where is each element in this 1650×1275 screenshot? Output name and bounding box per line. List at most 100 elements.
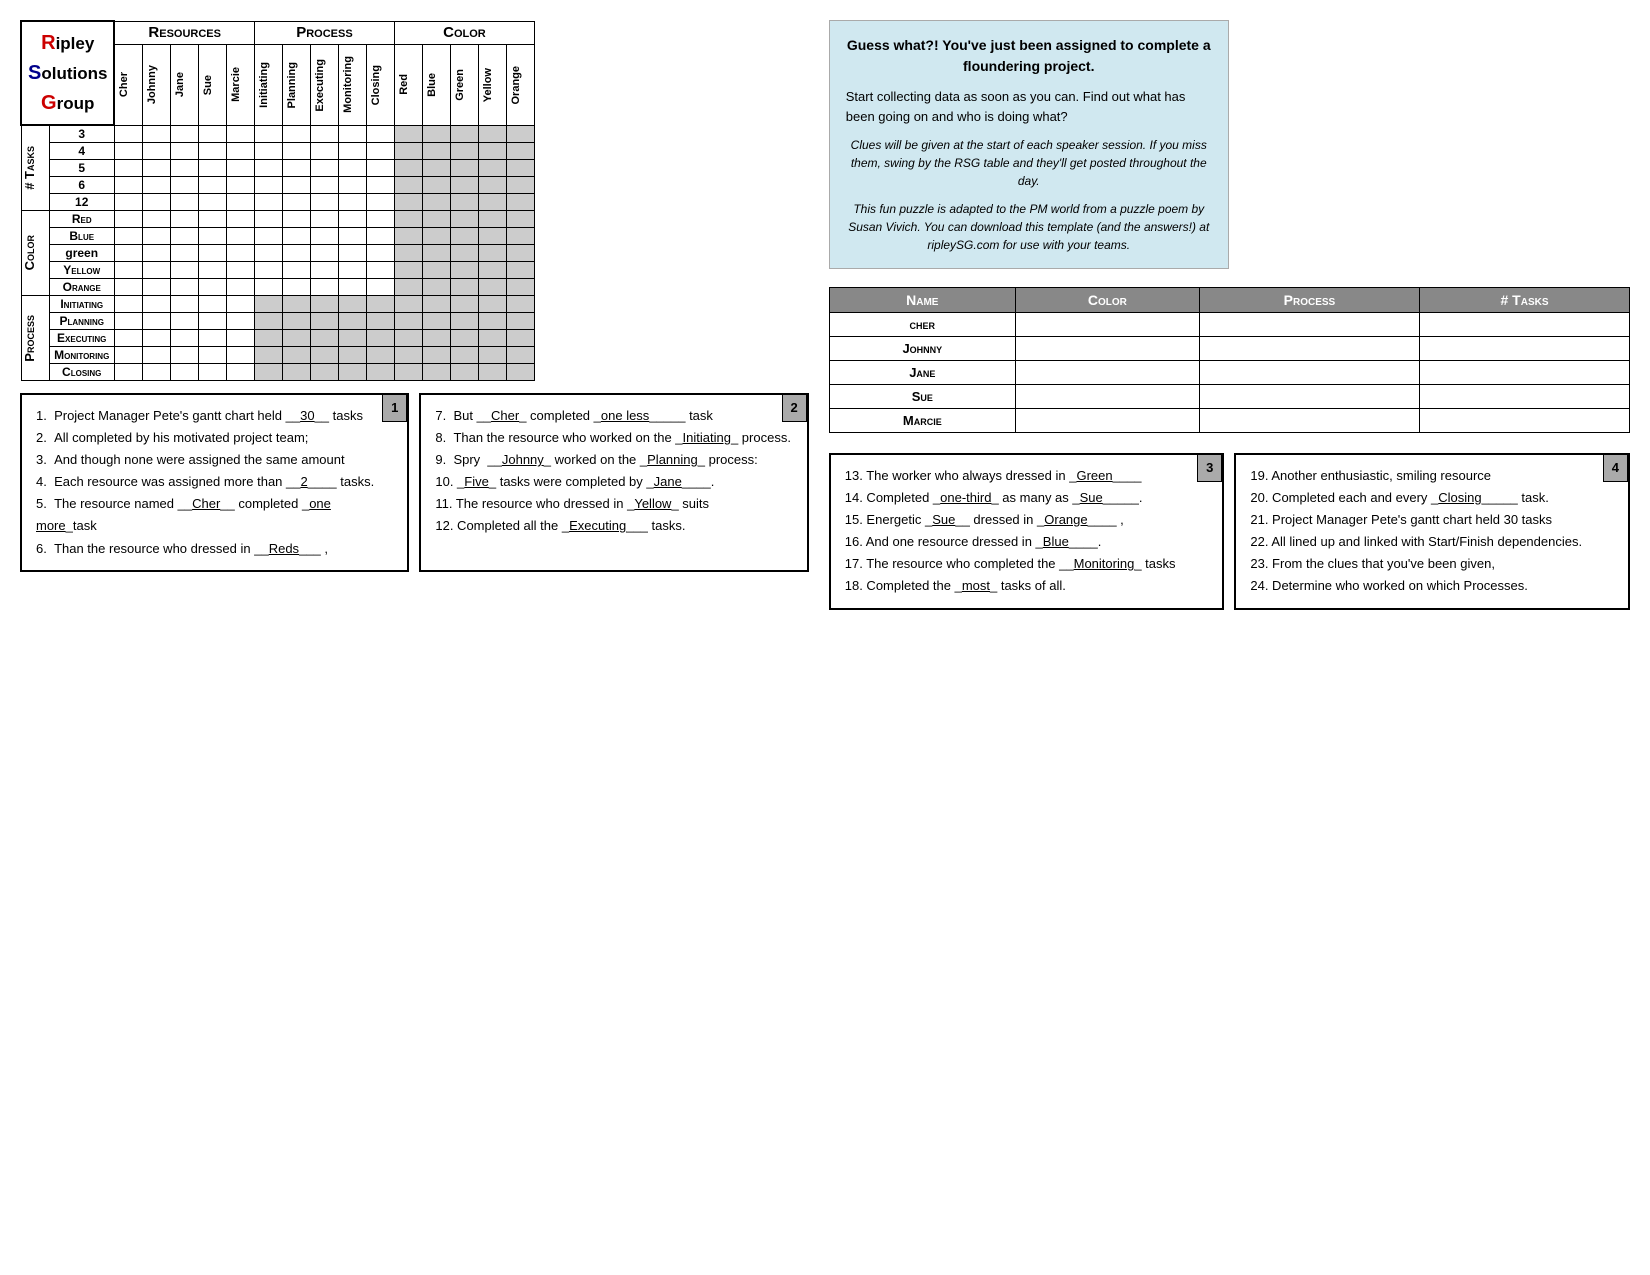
summary-color-johnny[interactable] (1015, 337, 1199, 361)
process-row-closing: Closing (21, 364, 534, 381)
cell-3-marcie[interactable] (226, 125, 254, 143)
cell-3-green-gray (450, 125, 478, 143)
col-cher: Cher (114, 45, 142, 125)
clue-box-4: 4 19. Another enthusiastic, smiling reso… (1234, 453, 1630, 610)
summary-row-cher: cher (829, 313, 1629, 337)
tasks-row-5: 5 (21, 160, 534, 177)
summary-tasks-sue[interactable] (1420, 385, 1630, 409)
logo: Ripley Solutions Group (28, 28, 107, 118)
cell-3-red-gray (394, 125, 422, 143)
cell-3-yellow-gray (478, 125, 506, 143)
summary-name-cher: cher (829, 313, 1015, 337)
row-label-blue: Blue (49, 228, 114, 245)
cell-3-jane[interactable] (170, 125, 198, 143)
col-blue: Blue (422, 45, 450, 125)
col-planning: Planning (282, 45, 310, 125)
color-row-blue: Blue (21, 228, 534, 245)
summary-col-tasks: # Tasks (1420, 288, 1630, 313)
row-label-red: Red (49, 211, 114, 228)
row-label-planning: Planning (49, 313, 114, 330)
summary-table: Name Color Process # Tasks cher Johnny (829, 287, 1630, 433)
color-row-yellow: Yellow (21, 262, 534, 279)
clues-bottom-row: 3 13. The worker who always dressed in _… (829, 453, 1630, 610)
summary-name-johnny: Johnny (829, 337, 1015, 361)
col-closing: Closing (366, 45, 394, 125)
cell-3-cher[interactable] (114, 125, 142, 143)
cell-3-closing[interactable] (366, 125, 394, 143)
process-row-executing: Executing (21, 330, 534, 347)
cell-3-johnny[interactable] (142, 125, 170, 143)
summary-row-jane: Jane (829, 361, 1629, 385)
summary-col-name: Name (829, 288, 1015, 313)
resources-header: Resources (114, 21, 254, 45)
cell-3-blue-gray (422, 125, 450, 143)
clue-box-3-number: 3 (1197, 454, 1222, 482)
summary-process-marcie[interactable] (1199, 409, 1419, 433)
summary-color-jane[interactable] (1015, 361, 1199, 385)
process-row-planning: Planning (21, 313, 534, 330)
clue-box-3: 3 13. The worker who always dressed in _… (829, 453, 1225, 610)
color-header: Color (394, 21, 534, 45)
process-header: Process (254, 21, 394, 45)
row-label-green: green (49, 245, 114, 262)
tasks-row-12: 12 (21, 194, 534, 211)
clue-box-1: 1 1. Project Manager Pete's gantt chart … (20, 393, 409, 572)
tasks-row-3: # Tasks 3 (21, 125, 534, 143)
cell-3-orange-gray (506, 125, 534, 143)
col-green: Green (450, 45, 478, 125)
cell-3-initiating[interactable] (254, 125, 282, 143)
row-label-monitoring: Monitoring (49, 347, 114, 364)
col-red: Red (394, 45, 422, 125)
summary-row-johnny: Johnny (829, 337, 1629, 361)
row-label-5: 5 (49, 160, 114, 177)
summary-name-marcie: Marcie (829, 409, 1015, 433)
tasks-section-label: # Tasks (22, 146, 37, 190)
row-label-6: 6 (49, 177, 114, 194)
row-label-closing: Closing (49, 364, 114, 381)
tasks-row-4: 4 (21, 143, 534, 160)
summary-process-cher[interactable] (1199, 313, 1419, 337)
summary-tasks-cher[interactable] (1420, 313, 1630, 337)
summary-row-marcie: Marcie (829, 409, 1629, 433)
tasks-row-6: 6 (21, 177, 534, 194)
process-row-monitoring: Monitoring (21, 347, 534, 364)
color-section-label: Color (22, 235, 37, 270)
summary-tasks-marcie[interactable] (1420, 409, 1630, 433)
col-monitoring: Monitoring (338, 45, 366, 125)
cell-3-sue[interactable] (198, 125, 226, 143)
summary-color-sue[interactable] (1015, 385, 1199, 409)
row-label-orange: Orange (49, 279, 114, 296)
cell-3-monitoring[interactable] (338, 125, 366, 143)
col-marcie: Marcie (226, 45, 254, 125)
row-label-executing: Executing (49, 330, 114, 347)
summary-process-sue[interactable] (1199, 385, 1419, 409)
col-executing: Executing (310, 45, 338, 125)
info-box: Guess what?! You've just been assigned t… (829, 20, 1229, 269)
col-jane: Jane (170, 45, 198, 125)
row-label-4: 4 (49, 143, 114, 160)
cell-3-planning[interactable] (282, 125, 310, 143)
row-label-3: 3 (49, 125, 114, 143)
summary-process-jane[interactable] (1199, 361, 1419, 385)
summary-color-marcie[interactable] (1015, 409, 1199, 433)
row-label-12: 12 (49, 194, 114, 211)
summary-tasks-jane[interactable] (1420, 361, 1630, 385)
info-box-clue-note: Clues will be given at the start of each… (846, 136, 1212, 190)
summary-col-color: Color (1015, 288, 1199, 313)
info-box-footer: This fun puzzle is adapted to the PM wor… (846, 200, 1212, 254)
process-section-label: Process (22, 315, 37, 362)
info-box-title: Guess what?! You've just been assigned t… (846, 35, 1212, 77)
cell-3-executing[interactable] (310, 125, 338, 143)
color-row-red: Color Red (21, 211, 534, 228)
clue-box-4-number: 4 (1603, 454, 1628, 482)
col-orange: Orange (506, 45, 534, 125)
color-row-orange: Orange (21, 279, 534, 296)
summary-tasks-johnny[interactable] (1420, 337, 1630, 361)
summary-name-jane: Jane (829, 361, 1015, 385)
summary-name-sue: Sue (829, 385, 1015, 409)
col-johnny: Johnny (142, 45, 170, 125)
summary-color-cher[interactable] (1015, 313, 1199, 337)
summary-row-sue: Sue (829, 385, 1629, 409)
color-row-green: green (21, 245, 534, 262)
summary-process-johnny[interactable] (1199, 337, 1419, 361)
